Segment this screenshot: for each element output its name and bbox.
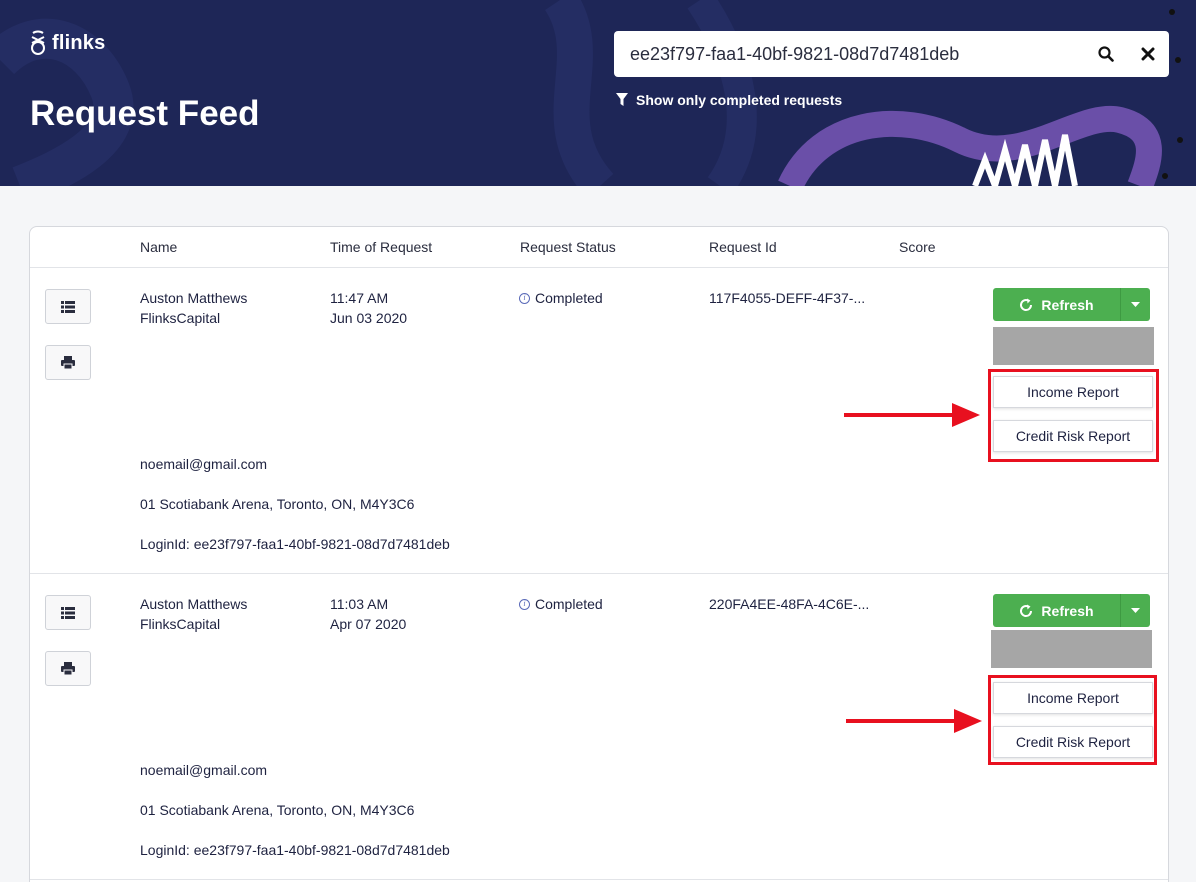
- request-id[interactable]: 117F4055-DEFF-4F37-...: [709, 288, 865, 308]
- table-row: Auston Matthews FlinksCapital 11:47 AM J…: [30, 268, 1168, 574]
- list-icon: [61, 300, 75, 313]
- info-icon[interactable]: i: [519, 292, 530, 304]
- page-title: Request Feed: [30, 94, 260, 133]
- refresh-button[interactable]: Refresh: [993, 288, 1121, 321]
- request-date: Jun 03 2020: [330, 310, 408, 326]
- request-time: 11:03 AM: [330, 596, 389, 612]
- login-id: LoginId: ee23f797-faa1-40bf-9821-08d7d74…: [140, 842, 450, 858]
- refresh-dropdown-toggle[interactable]: [1121, 594, 1150, 627]
- client-email: noemail@gmail.com: [140, 456, 268, 472]
- search-icon: [1098, 46, 1114, 62]
- refresh-split-button: Refresh: [993, 594, 1150, 627]
- caret-down-icon: [1131, 607, 1140, 613]
- page-header: flinks Request Feed Show only completed …: [0, 0, 1196, 186]
- column-header-time: Time of Request: [330, 239, 433, 255]
- arrow-right-icon: [846, 709, 982, 733]
- clear-search-button[interactable]: [1127, 31, 1169, 77]
- brand-name: flinks: [52, 31, 106, 54]
- column-header-name: Name: [140, 239, 178, 255]
- login-id: LoginId: ee23f797-faa1-40bf-9821-08d7d74…: [140, 536, 450, 552]
- client-address: 01 Scotiabank Arena, Toronto, ON, M4Y3C6: [140, 496, 415, 512]
- highlight-box: [988, 369, 1159, 462]
- column-header-request-id: Request Id: [709, 239, 777, 255]
- brand-logo[interactable]: flinks: [28, 30, 105, 56]
- list-icon: [61, 606, 75, 619]
- print-button[interactable]: [45, 651, 91, 686]
- request-status: i Completed: [519, 288, 603, 308]
- close-icon: [1141, 47, 1155, 61]
- refresh-icon: [1020, 298, 1033, 311]
- request-date: Apr 07 2020: [330, 616, 407, 632]
- client-address: 01 Scotiabank Arena, Toronto, ON, M4Y3C6: [140, 802, 415, 818]
- redacted-menu-item: [991, 630, 1152, 668]
- search-input[interactable]: [614, 31, 1085, 77]
- refresh-label: Refresh: [1041, 602, 1094, 619]
- refresh-split-button: Refresh: [993, 288, 1150, 321]
- search-button[interactable]: [1085, 31, 1127, 77]
- refresh-icon: [1020, 604, 1033, 617]
- table-row: Auston Matthews FlinksCapital 11:03 AM A…: [30, 574, 1168, 880]
- refresh-button[interactable]: Refresh: [993, 594, 1121, 627]
- print-icon: [61, 662, 75, 675]
- completed-filter-toggle[interactable]: Show only completed requests: [616, 92, 842, 108]
- column-header-score: Score: [899, 239, 936, 255]
- refresh-dropdown-toggle[interactable]: [1121, 288, 1150, 321]
- search-bar: [614, 31, 1169, 77]
- flinks-logo-icon: [31, 30, 45, 55]
- request-status: i Completed: [519, 594, 603, 614]
- column-header-status: Request Status: [520, 239, 616, 255]
- details-button[interactable]: [45, 289, 91, 324]
- status-text: Completed: [535, 290, 603, 306]
- table-header: Name Time of Request Request Status Requ…: [30, 227, 1168, 268]
- highlight-box: [988, 675, 1157, 765]
- caret-down-icon: [1131, 301, 1140, 307]
- info-icon[interactable]: i: [519, 598, 530, 610]
- client-email: noemail@gmail.com: [140, 762, 268, 778]
- client-name: Auston Matthews: [140, 596, 248, 612]
- refresh-label: Refresh: [1041, 296, 1094, 313]
- institution-name: FlinksCapital: [140, 616, 221, 632]
- request-table: Name Time of Request Request Status Requ…: [29, 226, 1169, 882]
- print-icon: [61, 356, 75, 369]
- request-id[interactable]: 220FA4EE-48FA-4C6E-...: [709, 594, 869, 614]
- redacted-menu-item: [993, 327, 1154, 365]
- arrow-right-icon: [844, 403, 980, 427]
- details-button[interactable]: [45, 595, 91, 630]
- filter-label: Show only completed requests: [636, 92, 843, 108]
- filter-icon: [616, 93, 628, 106]
- print-button[interactable]: [45, 345, 91, 380]
- request-time: 11:47 AM: [330, 290, 389, 306]
- header-decoration: [0, 0, 1183, 186]
- client-name: Auston Matthews: [140, 290, 248, 306]
- institution-name: FlinksCapital: [140, 310, 221, 326]
- status-text: Completed: [535, 596, 603, 612]
